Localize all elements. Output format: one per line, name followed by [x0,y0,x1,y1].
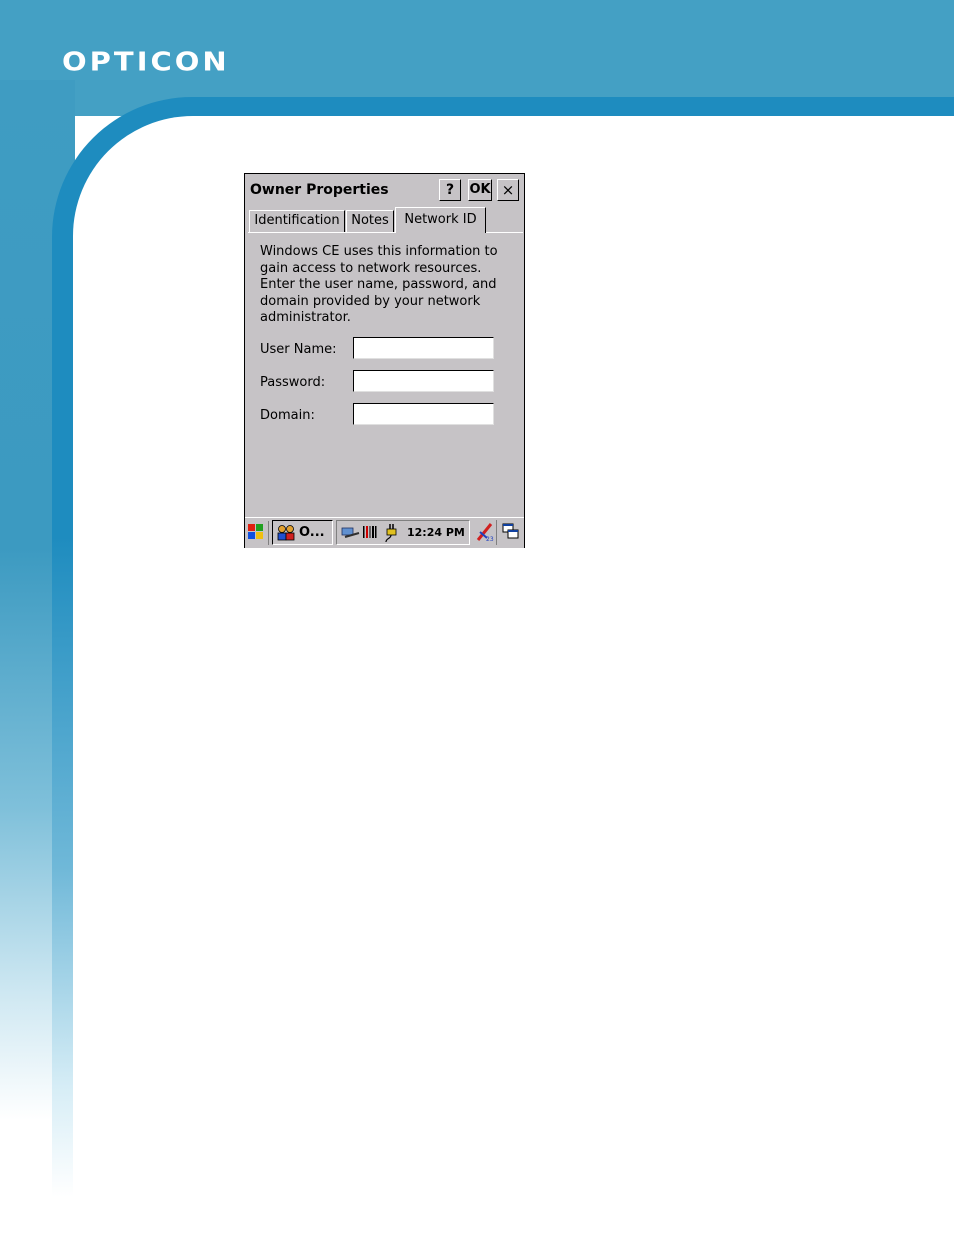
opticon-logo: OPTICON [62,46,230,77]
user-name-label: User Name: [260,342,337,357]
network-icon[interactable] [341,524,361,546]
desktop-icon [502,523,520,545]
password-label: Password: [260,375,326,390]
network-id-description: Windows CE uses this information to gain… [260,244,498,325]
clock[interactable]: 12:24 PM [407,526,465,539]
tab-identification[interactable]: Identification [249,210,345,232]
owner-app-icon [276,524,296,549]
svg-text:23: 23 [486,536,494,542]
close-button[interactable]: × [497,179,519,201]
app-button-label: O... [299,525,325,540]
input-panel-icon: 23 [475,522,495,546]
tab-notes[interactable]: Notes [346,210,394,232]
password-input[interactable] [353,370,494,392]
start-button[interactable] [246,521,269,545]
system-tray: 12:24 PM [336,520,470,545]
taskbar: O... 12:24 PM 23 [245,517,524,548]
domain-label: Domain: [260,408,315,423]
barcode-icon[interactable] [362,524,378,544]
user-name-input[interactable] [353,337,494,359]
owner-app-taskbar-button[interactable]: O... [272,520,333,545]
input-panel-button[interactable]: 23 [472,520,497,545]
show-desktop-button[interactable] [500,520,522,545]
start-icon [246,524,266,547]
ok-button[interactable]: OK [468,179,492,201]
title-bar: Owner Properties ? OK × [247,176,522,204]
power-icon[interactable] [382,523,400,547]
tab-network-id[interactable]: Network ID [395,207,486,233]
help-button[interactable]: ? [439,179,461,201]
domain-input[interactable] [353,403,494,425]
window-title: Owner Properties [250,182,389,198]
owner-properties-window: Owner Properties ? OK × Identification N… [244,173,525,548]
